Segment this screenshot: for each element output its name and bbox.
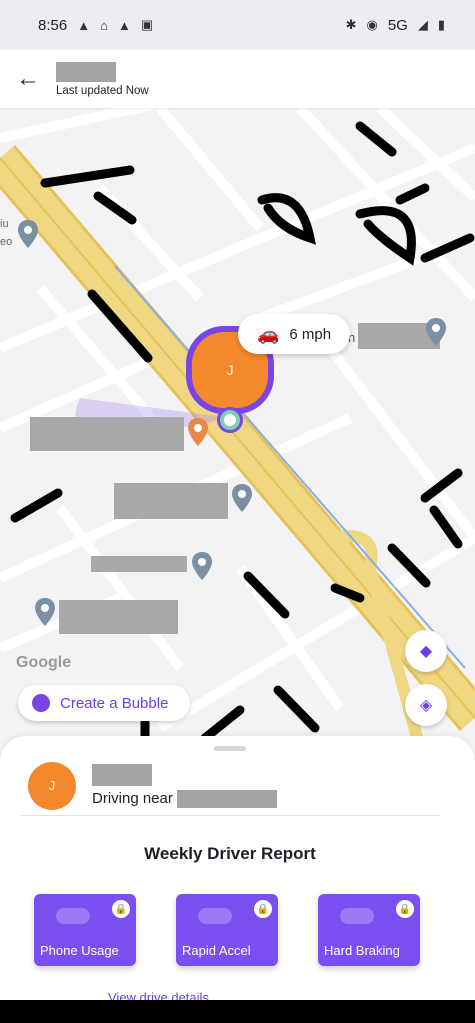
car-icon: 🚗 [256,323,280,344]
street-fragment: iu [0,218,9,230]
place-alerts-button[interactable]: ◆ [405,630,447,672]
redacted-place [176,789,277,808]
redacted-place-label [91,556,187,572]
layers-icon: ◈ [419,697,433,714]
restaurant-pin-icon[interactable] [188,418,208,446]
speed-value: 6 mph [289,325,332,343]
hard-braking-card[interactable]: 🔒 Hard Braking [318,894,420,966]
map-pin-icon[interactable] [18,220,38,248]
card-label: Phone Usage [40,943,119,958]
create-bubble-button[interactable]: Create a Bubble [18,685,190,721]
last-updated-label: Last updated Now [56,84,149,97]
map-pin-icon[interactable] [232,484,252,512]
battery-icon: ▮ [437,17,445,32]
member-status: Driving near [92,789,277,808]
signal-icon: ◢ [417,17,428,32]
bottom-sheet[interactable]: J Driving near Weekly Driver Report 🔒 Ph… [0,736,475,1005]
google-attribution: Google [16,654,72,671]
navigation-icon: ▲ [77,17,91,33]
header-text: Last updated Now [56,61,149,97]
redacted-place-label [114,483,228,519]
rapid-accel-card[interactable]: 🔒 Rapid Accel [176,894,278,966]
status-left: 8:56 ▲ ⌂ ▲ ▣ [38,17,153,34]
location-heart-icon: ◆ [419,643,433,660]
home-icon: ⌂ [100,17,108,33]
bluetooth-icon: ✱ [345,17,357,32]
map-view[interactable]: iu eo n J 🚗 6 mph Google ◆ ◈ Create a Bu… [0,108,475,750]
driving-label: Driving near [92,790,173,807]
map-pin-icon[interactable] [426,318,446,346]
card-label: Rapid Accel [182,943,251,958]
navigation-icon: ▲ [117,17,131,33]
create-bubble-label: Create a Bubble [60,694,169,712]
back-button[interactable]: ← [0,50,56,108]
location-icon: ◉ [366,17,378,32]
back-arrow-icon: ← [16,65,40,92]
redacted-member-name [92,763,152,786]
lock-icon: 🔒 [112,900,130,918]
blurred-value [56,908,90,924]
map-pin-icon[interactable] [192,552,212,580]
bubble-icon [32,694,50,712]
network-label: 5G [387,16,408,34]
member-row[interactable]: J Driving near [20,758,440,816]
system-nav-bar [0,1000,475,1023]
member-text: Driving near [92,763,277,808]
status-bar: 8:56 ▲ ⌂ ▲ ▣ ✱ ◉ 5G ◢ ▮ [0,0,475,50]
report-title: Weekly Driver Report [144,844,316,863]
card-label: Hard Braking [324,943,400,958]
street-fragment: eo [0,236,13,248]
map-layers-button[interactable]: ◈ [405,684,447,726]
app-screen: 8:56 ▲ ⌂ ▲ ▣ ✱ ◉ 5G ◢ ▮ ← Last updated N… [0,0,475,1023]
blurred-value [198,908,232,924]
speed-indicator: 🚗 6 mph [238,314,350,354]
redacted-place-label [59,600,178,634]
header: ← Last updated Now [0,50,475,108]
lock-icon: 🔒 [254,900,272,918]
status-right: ✱ ◉ 5G ◢ ▮ [346,17,445,34]
redacted-place-label [30,417,184,451]
lock-icon: 🔒 [396,900,414,918]
redacted-member-name [56,61,116,82]
screenshot-icon: ▣ [140,17,154,32]
phone-usage-card[interactable]: 🔒 Phone Usage [34,894,136,966]
sheet-grabber[interactable] [214,746,246,751]
location-dot [220,410,240,430]
status-time: 8:56 [38,16,68,34]
avatar: J [28,761,76,810]
blurred-value [340,908,374,924]
map-pin-icon[interactable] [35,598,55,626]
